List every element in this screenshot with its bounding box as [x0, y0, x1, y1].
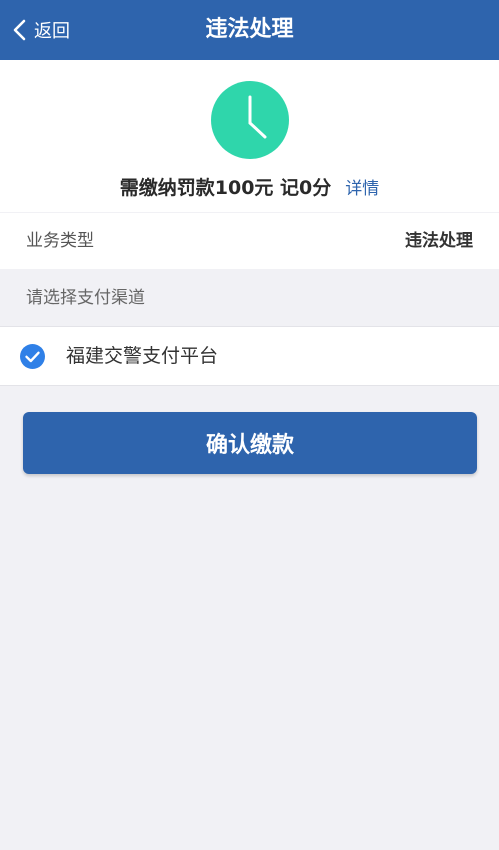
- top-nav-bar: 返回 违法处理: [0, 0, 499, 60]
- payment-channel-hint: 请选择支付渠道: [26, 288, 145, 308]
- confirm-payment-button[interactable]: 确认缴款: [23, 412, 477, 474]
- detail-link[interactable]: 详情: [345, 179, 379, 199]
- fine-amount-text: 需缴纳罚款100元 记0分: [119, 177, 332, 199]
- back-label: 返回: [34, 21, 70, 42]
- clock-icon: [211, 81, 289, 159]
- fine-info-line: 需缴纳罚款100元 记0分 详情: [0, 173, 499, 200]
- page-title: 违法处理: [205, 17, 294, 42]
- back-button[interactable]: 返回: [12, 0, 70, 60]
- chevron-left-icon: [13, 19, 26, 41]
- checkmark-icon[interactable]: [20, 344, 45, 369]
- payment-option-label: 福建交警支付平台: [66, 345, 219, 367]
- payment-option-fujian[interactable]: 福建交警支付平台: [0, 326, 499, 386]
- business-type-row: 业务类型 违法处理: [0, 213, 499, 269]
- business-type-label: 业务类型: [26, 231, 94, 251]
- business-type-value: 违法处理: [405, 231, 473, 251]
- fine-summary-card: 需缴纳罚款100元 记0分 详情: [0, 60, 499, 212]
